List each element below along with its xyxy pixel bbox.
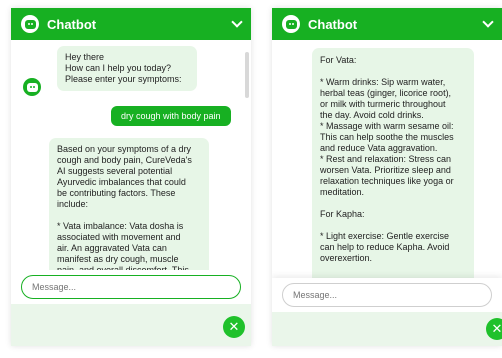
reply-line: the day. Avoid cold drinks. [320,110,424,120]
reply-line: * Light exercise: Gentle exercise [320,231,450,241]
reply-line: AI suggests several potential [57,166,173,176]
reply-line: * Massage with warm sesame oil: [320,121,454,131]
reply-line: Ayurvedic imbalances that could [57,177,186,187]
chat-title: Chatbot [47,16,97,32]
robot-icon [282,15,300,33]
greeting-line: Hey there [65,52,105,62]
reply-line: manifest as dry cough, muscle [57,254,179,264]
reply-line: relaxation techniques like yoga or [320,176,454,186]
reply-line: overexertion. [320,253,373,263]
chat-footer: ✕ [272,312,502,346]
reply-line: meditation. [320,187,365,197]
chatbot-panel-right: Chatbot For Vata: * Warm drinks: Sip war… [272,8,502,346]
robot-icon [26,82,38,92]
chat-title: Chatbot [308,16,358,32]
message-input[interactable] [282,283,492,307]
reply-line: For Vata: [320,55,357,65]
greeting-line: Please enter your symptoms: [65,74,182,84]
reply-line: This can help soothe the muscles [320,132,454,142]
chat-header: Chatbot [11,8,251,40]
chat-footer: ✕ [11,304,251,346]
chevron-down-icon[interactable] [231,16,243,28]
reply-line: * Rest and relaxation: Stress can [320,154,452,164]
reply-line: associated with movement and [57,232,181,242]
reply-line: * Warm drinks: Sip warm water, [320,77,446,87]
reply-line: be contributing factors. These [57,188,176,198]
reply-line: can help to reduce Kapha. Avoid [320,242,450,252]
close-icon[interactable]: ✕ [486,318,502,340]
message-input[interactable] [21,275,241,299]
reply-line: include: [57,199,89,209]
robot-icon [21,15,39,33]
user-message-bubble: dry cough with body pain [111,106,231,126]
reply-line: cough and body pain, CureVeda's [57,155,192,165]
message-input-area [11,270,251,304]
message-input-area [272,278,502,312]
scrollbar[interactable] [245,52,249,98]
reply-line: For Kapha: [320,209,365,219]
reply-line: Based on your symptoms of a dry [57,144,192,154]
chevron-down-icon[interactable] [482,16,494,28]
reply-line: or milk with turmeric throughout [320,99,446,109]
reply-line: worsen Vata. Prioritize sleep and [320,165,451,175]
reply-line: * Vata imbalance: Vata dosha is [57,221,184,231]
greeting-line: How can I help you today? [65,63,172,73]
bot-reply-bubble: For Vata: * Warm drinks: Sip warm water,… [312,48,474,296]
bot-greeting-bubble: Hey there How can I help you today? Plea… [57,46,197,91]
bot-avatar [23,78,41,96]
chatbot-panel-left: Chatbot Hey there How can I help you tod… [11,8,251,346]
chat-header: Chatbot [272,8,502,40]
reply-line: herbal teas (ginger, licorice root), [320,88,452,98]
close-icon[interactable]: ✕ [223,316,245,338]
bot-reply-bubble: Based on your symptoms of a dry cough an… [49,138,209,284]
reply-line: air. An aggravated Vata can [57,243,167,253]
reply-line: and reduce Vata aggravation. [320,143,438,153]
